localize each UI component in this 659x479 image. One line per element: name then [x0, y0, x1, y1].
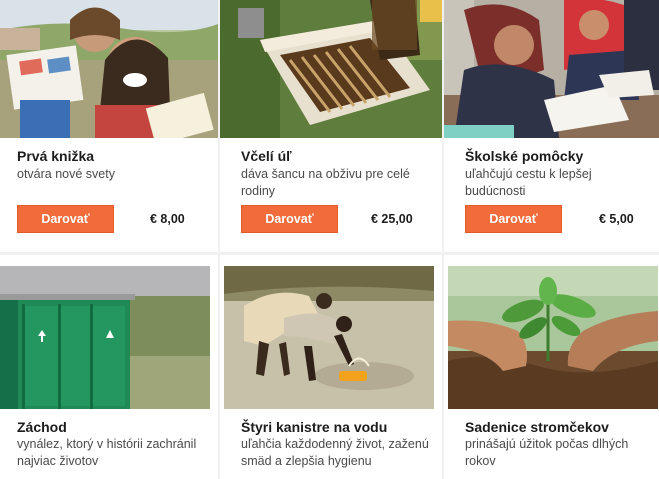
product-price: € 25,00: [371, 212, 413, 226]
product-card: Záchod vynález, ktorý v histórii zachrán…: [0, 255, 218, 479]
product-title[interactable]: Záchod: [17, 419, 67, 435]
product-card: Štyri kanistre na vodu uľahčia každodenn…: [220, 255, 442, 479]
green-toilet-cabins-photo[interactable]: [0, 266, 210, 409]
tree-seedling-photo[interactable]: [448, 266, 658, 409]
product-price: € 5,00: [599, 212, 634, 226]
product-title[interactable]: Včelí úľ: [241, 148, 292, 164]
product-card: Školské pomôcky uľahčujú cestu k lepšej …: [444, 0, 659, 252]
donate-button[interactable]: Darovať: [465, 205, 562, 233]
product-description: dáva šancu na obživu pre celé rodiny: [241, 167, 410, 198]
product-description: uľahčia každodenný život, zaženú smäd a …: [241, 437, 429, 468]
donate-button[interactable]: Darovať: [241, 205, 338, 233]
gift-catalog-grid: Prvá knižka otvára nové svety Darovať € …: [0, 0, 659, 479]
product-description: prinášajú úžitok počas dlhých rokov: [465, 437, 629, 468]
product-description: uľahčujú cestu k lepšej budúcnosti: [465, 167, 592, 198]
product-card: Prvá knižka otvára nové svety Darovať € …: [0, 0, 218, 252]
children-with-book-photo[interactable]: [0, 0, 218, 138]
product-description: vynález, ktorý v histórii zachránil najv…: [17, 437, 197, 468]
product-title[interactable]: Prvá knižka: [17, 148, 94, 164]
product-title[interactable]: Štyri kanistre na vodu: [241, 419, 387, 435]
product-card: Sadenice stromčekov prinášajú úžitok poč…: [444, 255, 659, 479]
water-canister-photo[interactable]: [224, 266, 434, 409]
girls-studying-photo[interactable]: [444, 0, 659, 138]
product-title[interactable]: Školské pomôcky: [465, 148, 583, 164]
product-description: otvára nové svety: [17, 167, 115, 181]
product-title[interactable]: Sadenice stromčekov: [465, 419, 609, 435]
product-price: € 8,00: [150, 212, 185, 226]
beehive-photo[interactable]: [220, 0, 442, 138]
product-card: Včelí úľ dáva šancu na obživu pre celé r…: [220, 0, 442, 252]
donate-button[interactable]: Darovať: [17, 205, 114, 233]
